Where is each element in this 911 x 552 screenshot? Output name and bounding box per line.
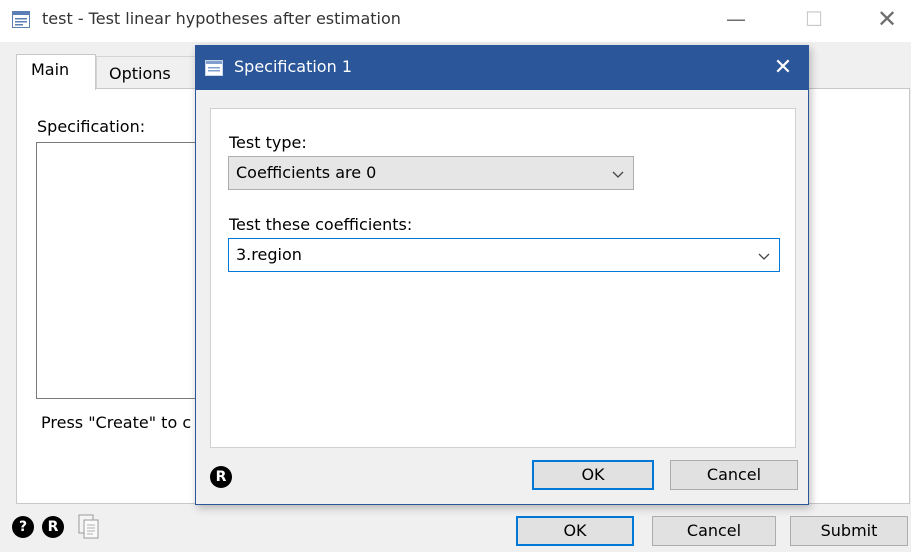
specification-dialog: Specification 1 ✕ Test type: Coefficient… bbox=[195, 45, 809, 505]
specification-panel: Test type: Coefficients are 0 Test these… bbox=[210, 108, 796, 448]
close-button[interactable]: ✕ bbox=[768, 53, 798, 83]
coefficients-label: Test these coefficients: bbox=[229, 215, 413, 234]
test-type-label: Test type: bbox=[229, 133, 307, 152]
reset-icon[interactable]: R bbox=[42, 516, 64, 538]
ok-button[interactable]: OK bbox=[516, 516, 634, 546]
submit-button[interactable]: Submit bbox=[790, 516, 908, 546]
coefficients-combobox[interactable]: 3.region bbox=[228, 238, 780, 272]
chevron-down-icon[interactable] bbox=[757, 249, 771, 263]
minimize-button[interactable]: — bbox=[716, 4, 756, 34]
tab-options[interactable]: Options bbox=[96, 56, 196, 88]
dialog-icon bbox=[205, 60, 223, 76]
help-icon[interactable]: ? bbox=[12, 516, 34, 538]
specification-title: Specification 1 bbox=[234, 57, 352, 76]
reset-icon[interactable]: R bbox=[210, 466, 232, 488]
cancel-button[interactable]: Cancel bbox=[652, 516, 776, 546]
coefficients-value: 3.region bbox=[236, 245, 302, 264]
copy-command-icon[interactable] bbox=[78, 514, 100, 540]
parent-titlebar: test - Test linear hypotheses after esti… bbox=[0, 0, 911, 42]
dialog-icon bbox=[12, 11, 30, 28]
test-type-value: Coefficients are 0 bbox=[236, 163, 377, 182]
specification-label: Specification: bbox=[37, 117, 146, 136]
close-button[interactable]: ✕ bbox=[867, 4, 907, 34]
maximize-button[interactable]: ☐ bbox=[794, 4, 834, 34]
tab-main[interactable]: Main bbox=[16, 54, 96, 90]
chevron-down-icon bbox=[612, 171, 624, 178]
press-create-hint: Press "Create" to c bbox=[41, 413, 192, 432]
ok-button[interactable]: OK bbox=[532, 460, 654, 490]
cancel-button[interactable]: Cancel bbox=[670, 460, 798, 490]
window-title: test - Test linear hypotheses after esti… bbox=[42, 9, 401, 28]
specification-titlebar: Specification 1 ✕ bbox=[196, 46, 808, 90]
test-type-dropdown[interactable]: Coefficients are 0 bbox=[228, 156, 634, 190]
